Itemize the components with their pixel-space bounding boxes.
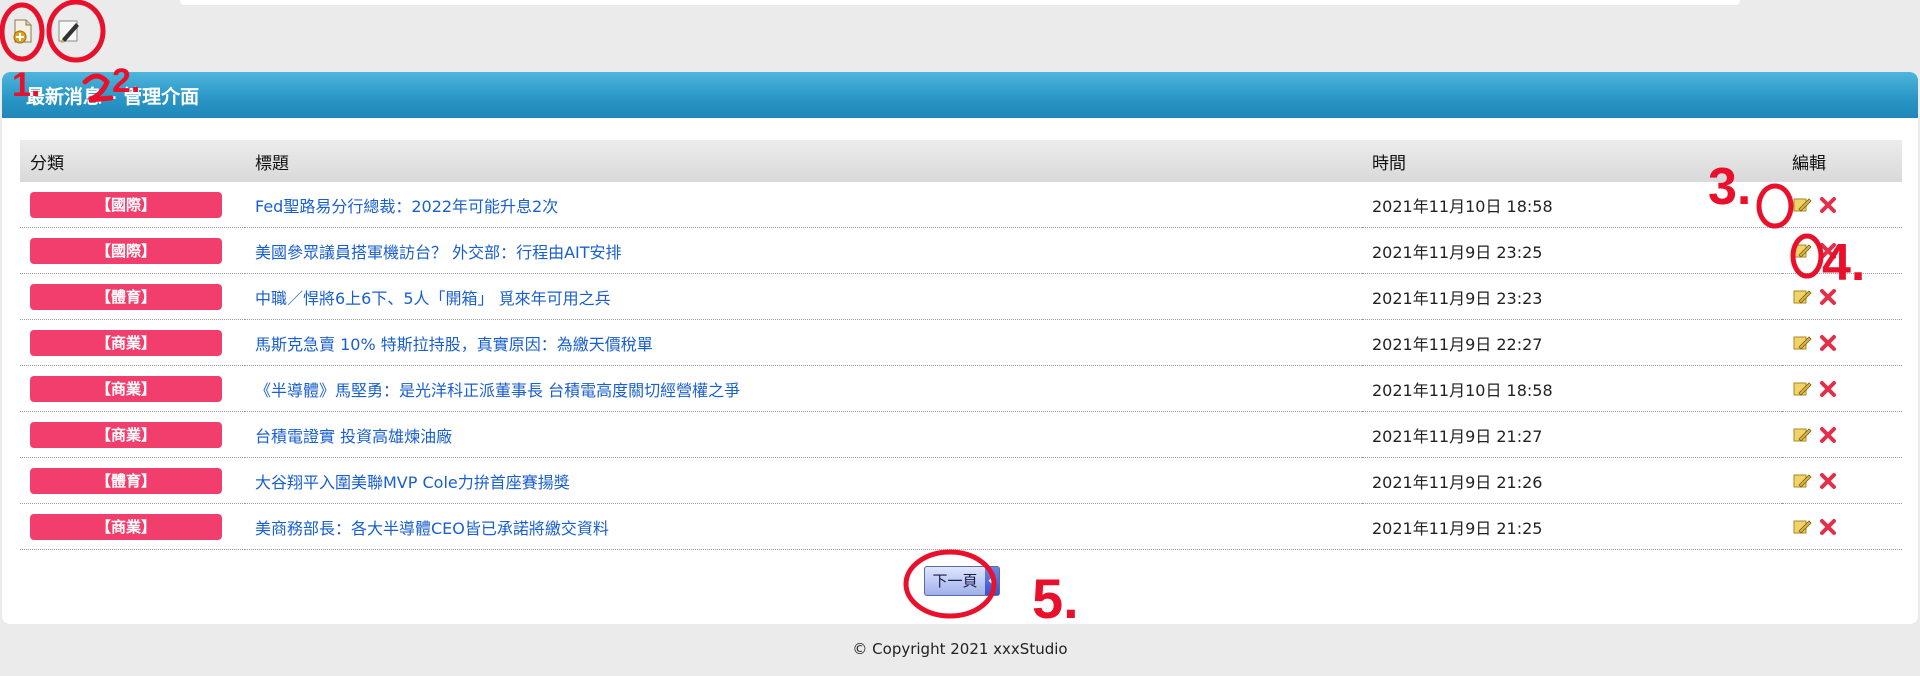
panel-title: 最新消息 - 管理介面: [2, 72, 1918, 118]
time-cell: 2021年11月9日 21:27: [1362, 411, 1782, 458]
manage-pen-icon[interactable]: [54, 14, 84, 48]
category-badge: 【體育】: [30, 467, 222, 494]
table-row: 【商業】 美商務部長：各大半導體CEO皆已承諾將繳交資料 2021年11月9日 …: [20, 503, 1902, 550]
edit-icon[interactable]: [1792, 287, 1812, 307]
news-title-link[interactable]: Fed聖路易分行總裁：2022年可能升息2次: [255, 197, 558, 216]
edit-icon[interactable]: [1792, 333, 1812, 353]
next-arrow-icon: ◆: [985, 567, 999, 595]
delete-icon[interactable]: [1818, 471, 1838, 491]
category-cell: 【國際】: [20, 227, 245, 274]
category-cell: 【商業】: [20, 319, 245, 366]
news-title-link[interactable]: 馬斯克急賣 10% 特斯拉持股，真實原因：為繳天價稅單: [255, 335, 653, 354]
title-cell: 中職／悍將6上6下、5人「開箱」 覓來年可用之兵: [245, 273, 1362, 320]
title-cell: 台積電證實 投資高雄煉油廠: [245, 411, 1362, 458]
category-badge: 【商業】: [30, 421, 222, 448]
table-row: 【商業】 《半導體》馬堅勇：是光洋科正派董事長 台積電高度關切經營權之爭 202…: [20, 365, 1902, 412]
edit-cell: [1782, 227, 1902, 274]
add-news-icon[interactable]: [8, 14, 38, 48]
category-badge: 【國際】: [30, 191, 222, 218]
title-cell: Fed聖路易分行總裁：2022年可能升息2次: [245, 182, 1362, 228]
edit-cell: [1782, 182, 1902, 228]
header-title: 標題: [245, 140, 1362, 182]
title-cell: 美國參眾議員搭軍機訪台？ 外交部：行程由AIT安排: [245, 227, 1362, 274]
edit-cell: [1782, 503, 1902, 550]
category-badge: 【商業】: [30, 375, 222, 402]
header-time: 時間: [1362, 140, 1782, 182]
edit-icon[interactable]: [1792, 425, 1812, 445]
category-cell: 【國際】: [20, 182, 245, 228]
top-divider: [180, 0, 1740, 5]
category-badge: 【商業】: [30, 513, 222, 540]
delete-icon[interactable]: [1818, 287, 1838, 307]
news-title-link[interactable]: 中職／悍將6上6下、5人「開箱」 覓來年可用之兵: [255, 289, 611, 308]
header-category: 分類: [20, 140, 245, 182]
time-cell: 2021年11月10日 18:58: [1362, 365, 1782, 412]
time-cell: 2021年11月10日 18:58: [1362, 182, 1782, 228]
delete-icon[interactable]: [1818, 333, 1838, 353]
delete-icon[interactable]: [1818, 517, 1838, 537]
category-badge: 【國際】: [30, 237, 222, 264]
title-cell: 《半導體》馬堅勇：是光洋科正派董事長 台積電高度關切經營權之爭: [245, 365, 1362, 412]
edit-icon[interactable]: [1792, 195, 1812, 215]
time-cell: 2021年11月9日 22:27: [1362, 319, 1782, 366]
table-row: 【國際】 Fed聖路易分行總裁：2022年可能升息2次 2021年11月10日 …: [20, 182, 1902, 228]
title-cell: 大谷翔平入圍美聯MVP Cole力拚首座賽揚獎: [245, 457, 1362, 504]
header-edit: 編輯: [1782, 140, 1902, 182]
category-cell: 【體育】: [20, 457, 245, 504]
title-cell: 馬斯克急賣 10% 特斯拉持股，真實原因：為繳天價稅單: [245, 319, 1362, 366]
news-admin-panel: 最新消息 - 管理介面 分類 標題 時間 編輯 【國際】 Fed聖路易分行總裁：…: [2, 72, 1918, 624]
edit-cell: [1782, 457, 1902, 504]
delete-icon[interactable]: [1818, 241, 1838, 261]
table-header-row: 分類 標題 時間 編輯: [20, 140, 1902, 182]
category-cell: 【商業】: [20, 503, 245, 550]
time-cell: 2021年11月9日 23:23: [1362, 273, 1782, 320]
news-title-link[interactable]: 美商務部長：各大半導體CEO皆已承諾將繳交資料: [255, 519, 609, 538]
category-cell: 【商業】: [20, 365, 245, 412]
news-title-link[interactable]: 美國參眾議員搭軍機訪台？ 外交部：行程由AIT安排: [255, 243, 622, 262]
category-badge: 【商業】: [30, 329, 222, 356]
news-title-link[interactable]: 《半導體》馬堅勇：是光洋科正派董事長 台積電高度關切經營權之爭: [255, 381, 740, 400]
delete-icon[interactable]: [1818, 379, 1838, 399]
edit-cell: [1782, 365, 1902, 412]
table-row: 【商業】 馬斯克急賣 10% 特斯拉持股，真實原因：為繳天價稅單 2021年11…: [20, 319, 1902, 366]
edit-icon[interactable]: [1792, 471, 1812, 491]
top-toolbar: [0, 0, 1920, 72]
table-row: 【國際】 美國參眾議員搭軍機訪台？ 外交部：行程由AIT安排 2021年11月9…: [20, 227, 1902, 274]
next-page-label: 下一頁: [932, 572, 978, 590]
title-cell: 美商務部長：各大半導體CEO皆已承諾將繳交資料: [245, 503, 1362, 550]
table-row: 【體育】 中職／悍將6上6下、5人「開箱」 覓來年可用之兵 2021年11月9日…: [20, 273, 1902, 320]
delete-icon[interactable]: [1818, 425, 1838, 445]
edit-icon[interactable]: [1792, 379, 1812, 399]
edit-cell: [1782, 319, 1902, 366]
delete-icon[interactable]: [1818, 195, 1838, 215]
news-table: 分類 標題 時間 編輯 【國際】 Fed聖路易分行總裁：2022年可能升息2次 …: [20, 140, 1902, 550]
category-badge: 【體育】: [30, 283, 222, 310]
time-cell: 2021年11月9日 23:25: [1362, 227, 1782, 274]
news-title-link[interactable]: 台積電證實 投資高雄煉油廠: [255, 427, 452, 446]
edit-icon[interactable]: [1792, 517, 1812, 537]
table-row: 【體育】 大谷翔平入圍美聯MVP Cole力拚首座賽揚獎 2021年11月9日 …: [20, 457, 1902, 504]
news-title-link[interactable]: 大谷翔平入圍美聯MVP Cole力拚首座賽揚獎: [255, 473, 570, 492]
category-cell: 【商業】: [20, 411, 245, 458]
next-page-button[interactable]: 下一頁 ◆: [924, 566, 1000, 596]
time-cell: 2021年11月9日 21:26: [1362, 457, 1782, 504]
time-cell: 2021年11月9日 21:25: [1362, 503, 1782, 550]
footer-copyright: © Copyright 2021 xxxStudio: [852, 640, 1068, 658]
edit-cell: [1782, 273, 1902, 320]
edit-icon[interactable]: [1792, 241, 1812, 261]
table-row: 【商業】 台積電證實 投資高雄煉油廠 2021年11月9日 21:27: [20, 411, 1902, 458]
edit-cell: [1782, 411, 1902, 458]
category-cell: 【體育】: [20, 273, 245, 320]
